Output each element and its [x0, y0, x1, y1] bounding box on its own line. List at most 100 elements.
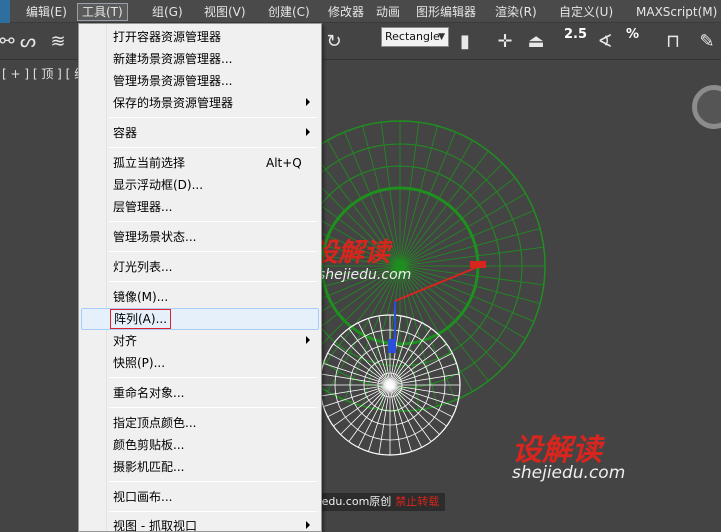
menu-tools[interactable]: 工具(T)	[77, 3, 128, 21]
banner-notice: 禁止转载	[395, 495, 440, 508]
wireframe-edge	[368, 318, 391, 386]
menu-item-saved-scene-explorers[interactable]: 保存的场景资源管理器	[81, 92, 319, 114]
selection-region-dropdown[interactable]: Rectangle ▼	[381, 27, 449, 47]
menu-item-label: 视口画布...	[113, 490, 173, 504]
wireframe-edge	[399, 265, 503, 369]
menu-item-assign-vertex-colors[interactable]: 指定顶点颜色...	[81, 412, 319, 434]
snap-toggle-label[interactable]: 2.5	[564, 27, 587, 42]
selection-region-value: Rectangle	[385, 30, 440, 43]
menu-item-isolate-selection[interactable]: 孤立当前选择 Alt+Q	[81, 152, 319, 174]
menu-item-label: 显示浮动框(D)...	[113, 178, 204, 192]
menu-separator	[109, 251, 317, 252]
wireframe-edge	[389, 384, 412, 452]
wireframe-edge	[399, 193, 526, 267]
menu-item-align[interactable]: 对齐	[81, 330, 319, 352]
menu-bar: 编辑(E) 工具(T) 组(G) 视图(V) 创建(C) 修改器 动画 图形编辑…	[0, 0, 721, 23]
menu-separator	[109, 511, 317, 512]
menu-item-label: 打开容器资源管理器	[113, 30, 222, 44]
menu-item-label: 摄影机匹配...	[113, 460, 185, 474]
wireframe-edge	[399, 140, 473, 267]
select-manipulate-icon[interactable]: ⏏	[522, 27, 550, 55]
menu-item-label: 对齐	[113, 334, 138, 348]
submenu-arrow-icon	[306, 336, 310, 344]
percent-snap-label[interactable]: %	[626, 27, 639, 42]
menu-views[interactable]: 视图(V)	[200, 3, 250, 21]
wireframe-edge	[399, 265, 535, 322]
menu-item-manage-scene-states[interactable]: 管理场景状态...	[81, 226, 319, 248]
menu-item-layer-manager[interactable]: 层管理器...	[81, 196, 319, 218]
menu-maxscript[interactable]: MAXScript(M)	[632, 3, 721, 21]
menu-rendering[interactable]: 渲染(R)	[491, 3, 541, 21]
menu-customize[interactable]: 自定义(U)	[555, 3, 617, 21]
watermark-url: shejiedu.com	[318, 267, 412, 283]
menu-item-label: 阵列(A)...	[109, 309, 172, 329]
menu-separator	[109, 281, 317, 282]
menu-item-camera-match[interactable]: 摄影机匹配...	[81, 456, 319, 478]
watermark-logo: 设解读	[312, 238, 391, 268]
menu-modifiers[interactable]: 修改器	[324, 3, 368, 21]
watermark-url-2: shejiedu.com	[512, 463, 626, 483]
menu-item-mirror[interactable]: 镜像(M)...	[81, 286, 319, 308]
app-icon[interactable]	[0, 0, 10, 23]
menu-item-manage-scene-explorer[interactable]: 管理场景资源管理器...	[81, 70, 319, 92]
wireframe-edge	[399, 210, 535, 267]
menu-item-label: 视图 - 抓取视口	[113, 519, 197, 532]
menu-item-label: 快照(P)...	[113, 356, 166, 370]
menu-graph-editors[interactable]: 图形编辑器	[412, 3, 480, 21]
menu-item-array[interactable]: 阵列(A)...	[81, 308, 319, 330]
link-icon[interactable]: ᔕ	[14, 27, 42, 55]
chevron-down-icon: ▼	[438, 32, 445, 42]
menu-item-label: 颜色剪贴板...	[113, 438, 185, 452]
menu-separator	[109, 117, 317, 118]
wireframe-edge	[399, 131, 456, 267]
wireframe-edge	[368, 384, 391, 452]
menu-item-snapshot[interactable]: 快照(P)...	[81, 352, 319, 374]
wireframe-edge	[399, 163, 503, 267]
window-crossing-icon[interactable]: ▮	[451, 27, 479, 55]
menu-item-viewport-canvas[interactable]: 视口画布...	[81, 486, 319, 508]
menu-item-label: 管理场景资源管理器...	[113, 74, 233, 88]
rotate-icon[interactable]: ↻	[320, 27, 348, 55]
menu-edit[interactable]: 编辑(E)	[22, 3, 71, 21]
menu-item-label: 重命名对象...	[113, 386, 185, 400]
menu-item-label: 管理场景状态...	[113, 230, 197, 244]
wireframe-edge	[389, 343, 447, 386]
menu-item-label: 指定顶点颜色...	[113, 416, 197, 430]
wireframe-edge	[389, 328, 432, 386]
spinner-snap-icon[interactable]: ⊓	[659, 27, 687, 55]
menu-item-label: 保存的场景资源管理器	[113, 96, 234, 110]
menu-create[interactable]: 创建(C)	[264, 3, 314, 21]
menu-item-label: 新建场景资源管理器...	[113, 52, 233, 66]
bind-spacewarp-icon[interactable]: ≋	[44, 27, 72, 55]
menu-item-open-container-explorer[interactable]: 打开容器资源管理器	[81, 26, 319, 48]
menu-item-label: 孤立当前选择	[113, 156, 186, 170]
unlink-icon[interactable]: ⚯	[0, 27, 15, 55]
menu-item-grab-viewport[interactable]: 视图 - 抓取视口	[81, 515, 319, 532]
menu-separator	[109, 221, 317, 222]
submenu-arrow-icon	[306, 521, 310, 529]
menu-item-containers[interactable]: 容器	[81, 122, 319, 144]
white-sphere	[319, 314, 461, 456]
tools-menu-dropdown: 打开容器资源管理器 新建场景资源管理器... 管理场景资源管理器... 保存的场…	[78, 23, 322, 532]
menu-animation[interactable]: 动画	[372, 3, 404, 21]
menu-item-rename-objects[interactable]: 重命名对象...	[81, 382, 319, 404]
menu-item-label: 灯光列表...	[113, 260, 173, 274]
submenu-arrow-icon	[306, 98, 310, 106]
wireframe-edge	[389, 384, 432, 442]
menu-group[interactable]: 组(G)	[148, 3, 187, 21]
wireframe-edge	[348, 384, 391, 442]
menu-separator	[109, 377, 317, 378]
menu-item-label: 层管理器...	[113, 200, 173, 214]
menu-item-new-scene-explorer[interactable]: 新建场景资源管理器...	[81, 48, 319, 70]
menu-item-color-clipboard[interactable]: 颜色剪贴板...	[81, 434, 319, 456]
pivot-center-icon[interactable]: ✛	[491, 27, 519, 55]
edit-named-sets-icon[interactable]: ✎	[693, 27, 721, 55]
menu-item-display-floater[interactable]: 显示浮动框(D)...	[81, 174, 319, 196]
submenu-arrow-icon	[306, 128, 310, 136]
angle-snap-icon[interactable]: ∢	[591, 27, 619, 55]
menu-separator	[109, 407, 317, 408]
menu-separator	[109, 147, 317, 148]
wireframe-edge	[323, 384, 391, 407]
menu-separator	[109, 481, 317, 482]
menu-item-light-lister[interactable]: 灯光列表...	[81, 256, 319, 278]
